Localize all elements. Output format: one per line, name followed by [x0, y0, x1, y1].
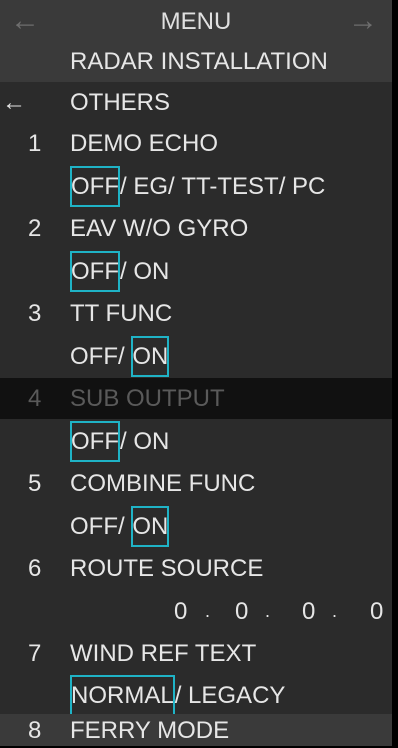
- item-number: 8: [28, 717, 42, 744]
- option-normal-selected[interactable]: NORMAL: [70, 675, 175, 716]
- item-number: 6: [28, 555, 42, 582]
- options-sub-output: OFF/ ON: [0, 421, 392, 462]
- option-separator: /: [168, 173, 175, 200]
- menu-item-tt-func[interactable]: 3 TT FUNC: [0, 293, 392, 334]
- item-label[interactable]: COMBINE FUNC: [70, 463, 255, 504]
- option-separator: /: [120, 258, 127, 285]
- option-pc[interactable]: PC: [292, 166, 325, 207]
- route-source-ip[interactable]: 0 . 0 . 0 . 0: [0, 591, 392, 632]
- option-separator: /: [120, 428, 127, 455]
- menu-item-combine-func[interactable]: 5 COMBINE FUNC: [0, 463, 392, 504]
- options-wind-ref-text: NORMAL/ LEGACY: [0, 675, 392, 716]
- option-separator: /: [174, 682, 182, 709]
- menu-item-ferry-mode[interactable]: 8 FERRY MODE: [0, 714, 392, 746]
- item-number: 7: [28, 640, 42, 667]
- option-on-selected[interactable]: ON: [131, 336, 170, 377]
- options-tt-func: OFF/ ON: [0, 336, 392, 377]
- item-label[interactable]: EAV W/O GYRO: [70, 208, 248, 249]
- ip-octet-1[interactable]: 0: [174, 591, 187, 632]
- option-separator: /: [118, 343, 125, 370]
- menu-header: ← MENU →: [0, 0, 392, 41]
- item-number: 2: [28, 215, 42, 242]
- option-on[interactable]: ON: [133, 421, 169, 462]
- menu-item-demo-echo[interactable]: 1 DEMO ECHO: [0, 123, 392, 164]
- item-number: 3: [28, 300, 42, 327]
- menu-item-eav-wo-gyro[interactable]: 2 EAV W/O GYRO: [0, 208, 392, 249]
- option-group: NORMAL/ LEGACY: [70, 675, 285, 716]
- ip-dot: .: [265, 601, 271, 621]
- option-off[interactable]: OFF: [70, 336, 118, 377]
- option-separator: /: [278, 173, 286, 200]
- ip-octet-2[interactable]: 0: [235, 591, 248, 632]
- menu-item-route-source[interactable]: 6 ROUTE SOURCE: [0, 548, 392, 589]
- option-group: OFF/ ON: [70, 336, 170, 377]
- option-off-selected[interactable]: OFF: [70, 251, 120, 292]
- item-number: 1: [28, 130, 42, 157]
- options-combine-func: OFF/ ON: [0, 506, 392, 547]
- item-number: 4: [28, 385, 42, 412]
- option-eg[interactable]: EG: [133, 166, 168, 207]
- submenu-title: RADAR INSTALLATION: [70, 48, 328, 75]
- ip-dot: .: [205, 601, 211, 621]
- menu-item-wind-ref-text[interactable]: 7 WIND REF TEXT: [0, 633, 392, 674]
- option-on-selected[interactable]: ON: [131, 506, 170, 547]
- item-label[interactable]: DEMO ECHO: [70, 123, 218, 164]
- item-label[interactable]: TT FUNC: [70, 293, 172, 334]
- option-off-selected[interactable]: OFF: [70, 166, 120, 207]
- option-group: OFF/ ON: [70, 421, 169, 462]
- menu-item-sub-output: 4 SUB OUTPUT: [0, 378, 392, 419]
- item-number: 5: [28, 470, 42, 497]
- option-group: OFF/ ON: [70, 506, 170, 547]
- back-row[interactable]: ← OTHERS: [0, 82, 392, 123]
- options-eav-wo-gyro: OFF/ ON: [0, 251, 392, 292]
- option-legacy[interactable]: LEGACY: [188, 675, 285, 716]
- option-separator: /: [118, 513, 125, 540]
- item-label[interactable]: ROUTE SOURCE: [70, 548, 263, 589]
- option-off[interactable]: OFF: [70, 506, 118, 547]
- menu-title: MENU: [160, 8, 232, 35]
- item-label: SUB OUTPUT: [70, 385, 225, 412]
- ip-octet-3[interactable]: 0: [302, 591, 315, 632]
- option-group: OFF/ EG/ TT-TEST/ PC: [70, 166, 325, 207]
- back-arrow-icon[interactable]: ←: [2, 82, 26, 123]
- ip-dot: .: [332, 601, 338, 621]
- menu-panel: ← MENU → RADAR INSTALLATION ← OTHERS 1 D…: [0, 0, 392, 746]
- item-label[interactable]: WIND REF TEXT: [70, 633, 256, 674]
- ip-octet-4[interactable]: 0: [370, 591, 383, 632]
- option-on[interactable]: ON: [133, 251, 169, 292]
- option-off-selected[interactable]: OFF: [70, 421, 120, 462]
- option-tt-test[interactable]: TT-TEST: [181, 166, 278, 207]
- options-demo-echo: OFF/ EG/ TT-TEST/ PC: [0, 166, 392, 207]
- option-separator: /: [120, 173, 127, 200]
- arrow-right-icon[interactable]: →: [348, 3, 378, 39]
- submenu-title-row: RADAR INSTALLATION: [0, 41, 392, 82]
- option-group: OFF/ ON: [70, 251, 169, 292]
- item-label[interactable]: FERRY MODE: [70, 714, 229, 748]
- back-label[interactable]: OTHERS: [70, 82, 170, 123]
